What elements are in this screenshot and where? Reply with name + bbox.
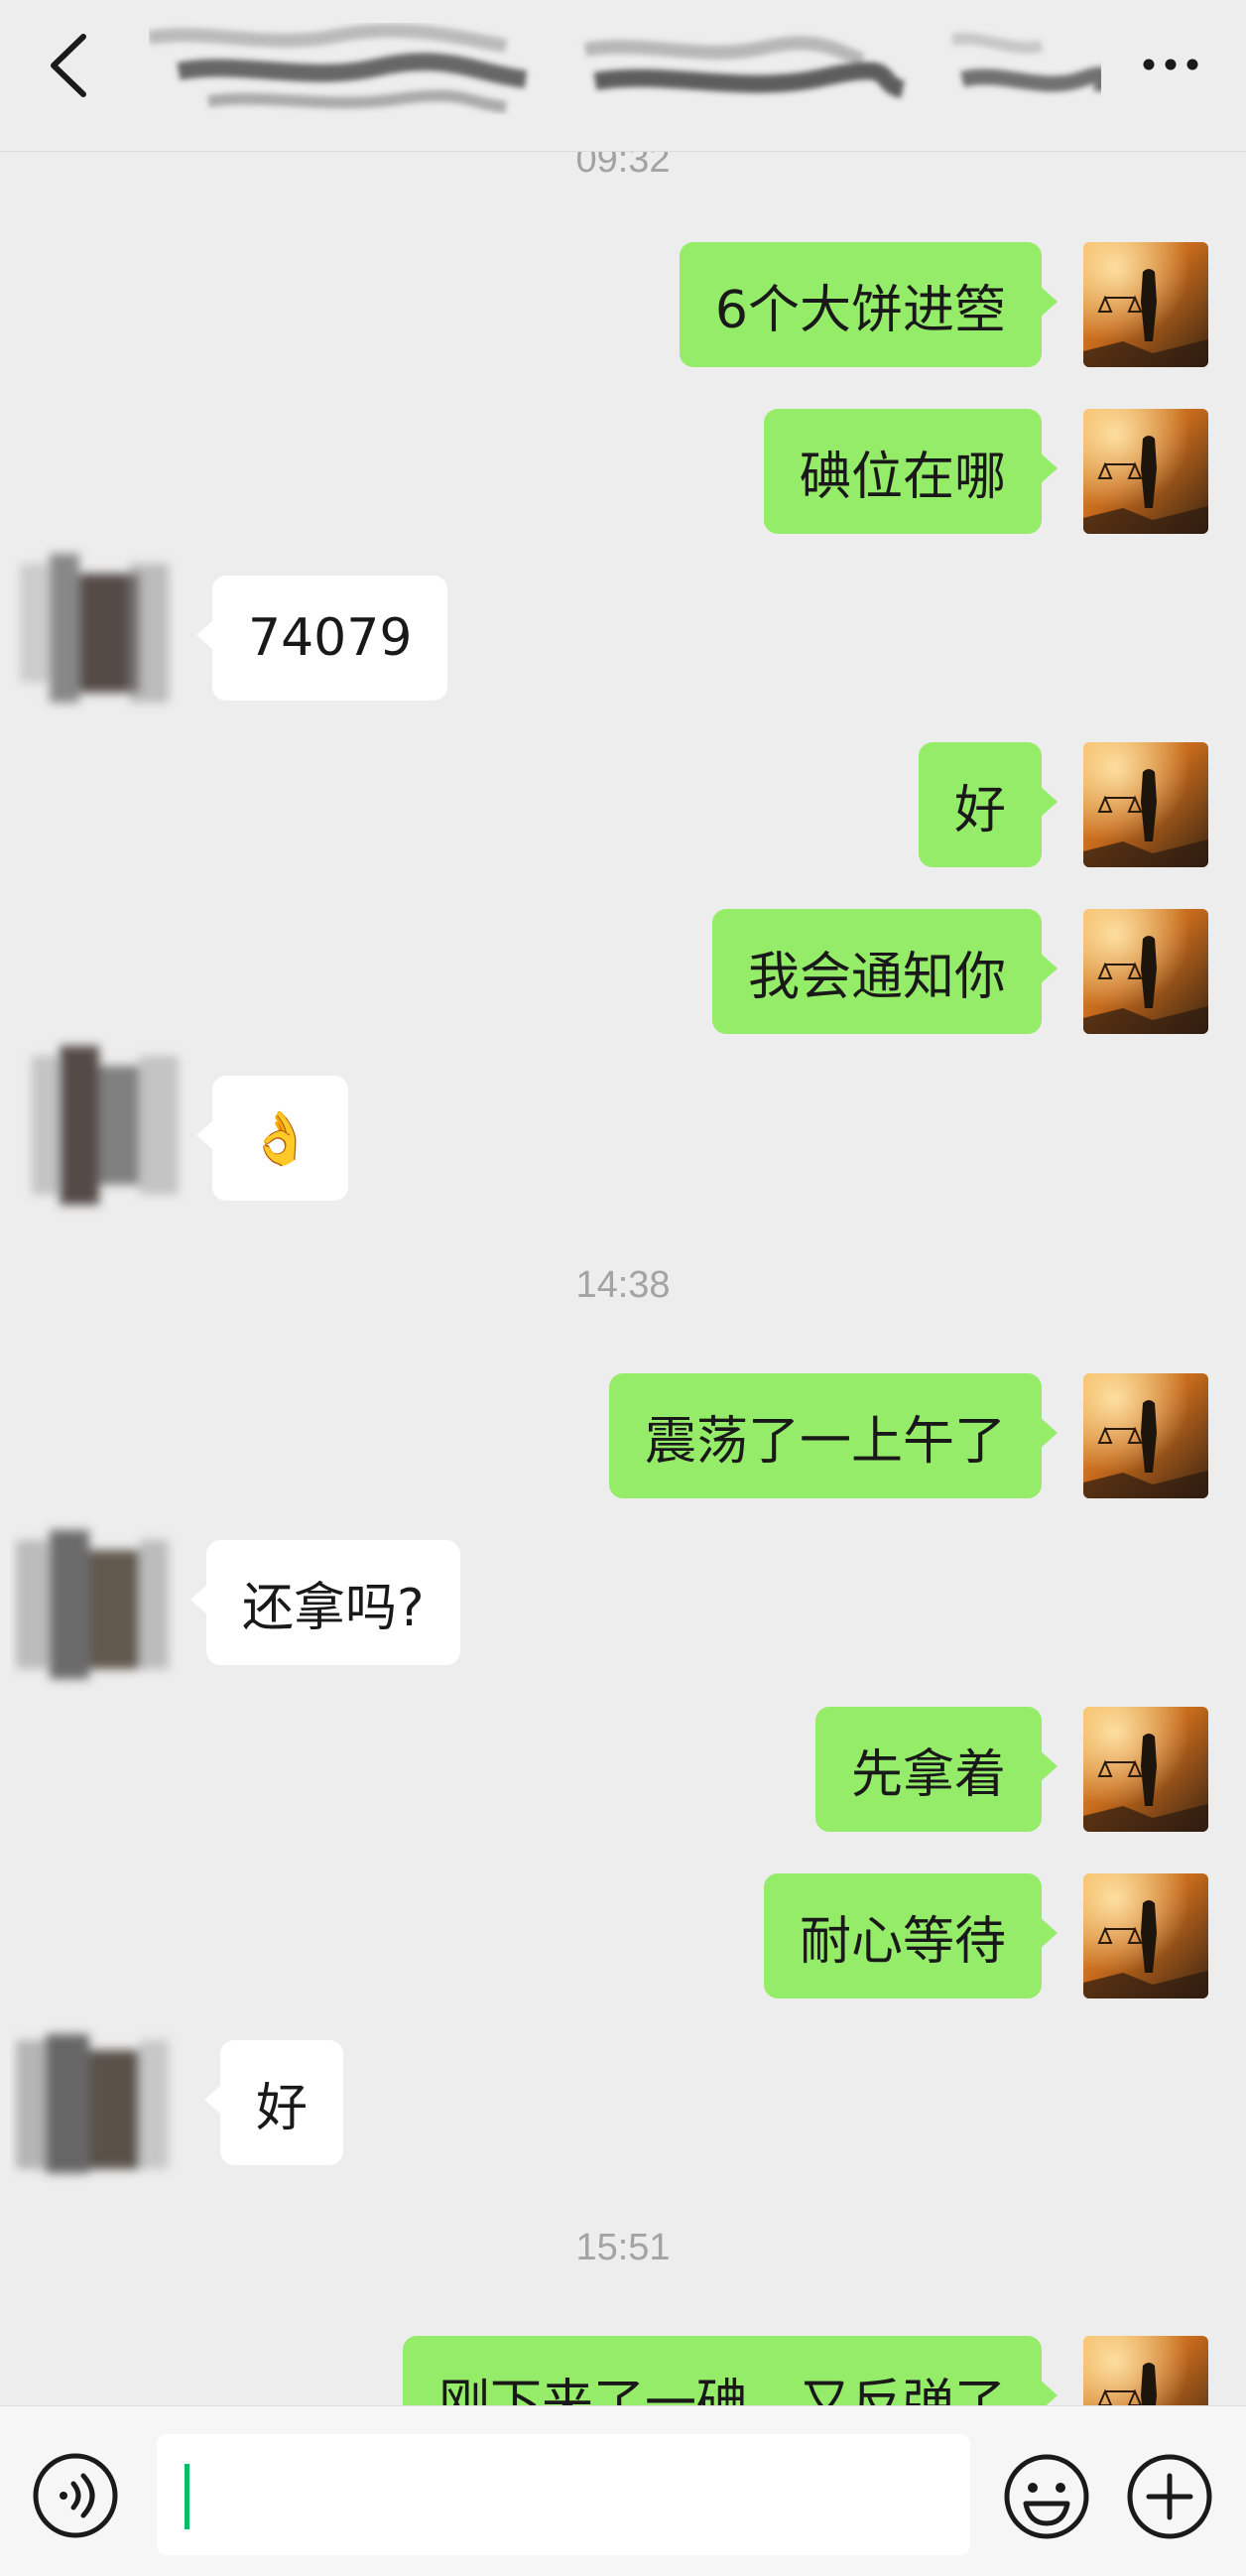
- message-bubble[interactable]: 我会通知你: [711, 909, 1059, 1034]
- input-bar: [0, 2405, 1246, 2576]
- message-bubble[interactable]: 6个大饼进箜: [679, 242, 1059, 367]
- my-avatar[interactable]: [1083, 1707, 1208, 1832]
- message-bubble[interactable]: 👌: [196, 1076, 348, 1201]
- message-row: 刚下来了一碘，又反弹了: [0, 2336, 1246, 2405]
- message-bubble[interactable]: 先拿着: [814, 1707, 1059, 1832]
- emoji-icon[interactable]: [1002, 2452, 1091, 2541]
- message-row: 好: [0, 2034, 1246, 2173]
- message-bubble[interactable]: 74079: [195, 576, 448, 701]
- message-row: 先拿着: [0, 1707, 1246, 1836]
- ellipsis-icon[interactable]: [1131, 30, 1210, 99]
- contact-name-redacted: [147, 10, 1114, 129]
- timestamp: 15:51: [575, 2227, 671, 2268]
- message-input[interactable]: [157, 2434, 970, 2555]
- my-avatar[interactable]: [1083, 742, 1208, 867]
- my-avatar[interactable]: [1083, 1373, 1208, 1498]
- message-list[interactable]: 09:32 6个大饼进箜 碘位在哪 74079 好 我会通知你 👌 14:38 …: [0, 0, 1246, 2405]
- message-row: 6个大饼进箜: [0, 242, 1246, 371]
- message-bubble[interactable]: 还拿吗?: [190, 1540, 460, 1665]
- voice-icon[interactable]: [32, 2452, 119, 2539]
- message-row: 好: [0, 742, 1246, 871]
- message-row: 👌: [0, 1046, 1246, 1205]
- timestamp: 14:38: [575, 1264, 671, 1306]
- my-avatar[interactable]: [1083, 1873, 1208, 1998]
- message-row: 74079: [0, 554, 1246, 705]
- chevron-left-icon[interactable]: [36, 26, 99, 105]
- my-avatar[interactable]: [1083, 242, 1208, 367]
- message-row: 耐心等待: [0, 1873, 1246, 2002]
- contact-avatar[interactable]: [10, 524, 198, 732]
- contact-avatar[interactable]: [20, 1016, 208, 1224]
- my-avatar[interactable]: [1083, 909, 1208, 1034]
- message-row: 还拿吗?: [0, 1530, 1246, 1679]
- chat-header: [0, 0, 1246, 152]
- message-bubble[interactable]: 耐心等待: [763, 1873, 1059, 1998]
- contact-avatar[interactable]: [10, 1500, 198, 1709]
- my-avatar[interactable]: [1083, 409, 1208, 534]
- message-bubble[interactable]: 好: [203, 2040, 344, 2165]
- message-bubble[interactable]: 好: [918, 742, 1059, 867]
- message-bubble[interactable]: 刚下来了一碘，又反弹了: [402, 2336, 1059, 2405]
- message-bubble[interactable]: 震荡了一上午了: [608, 1373, 1059, 1498]
- message-row: 碘位在哪: [0, 409, 1246, 538]
- text-cursor: [185, 2464, 189, 2529]
- message-bubble[interactable]: 碘位在哪: [763, 409, 1059, 534]
- chat-screen: 09:32 6个大饼进箜 碘位在哪 74079 好 我会通知你 👌 14:38 …: [0, 0, 1246, 2576]
- plus-icon[interactable]: [1125, 2452, 1214, 2541]
- message-row: 震荡了一上午了: [0, 1373, 1246, 1502]
- contact-avatar[interactable]: [10, 2000, 198, 2209]
- my-avatar[interactable]: [1083, 2336, 1208, 2405]
